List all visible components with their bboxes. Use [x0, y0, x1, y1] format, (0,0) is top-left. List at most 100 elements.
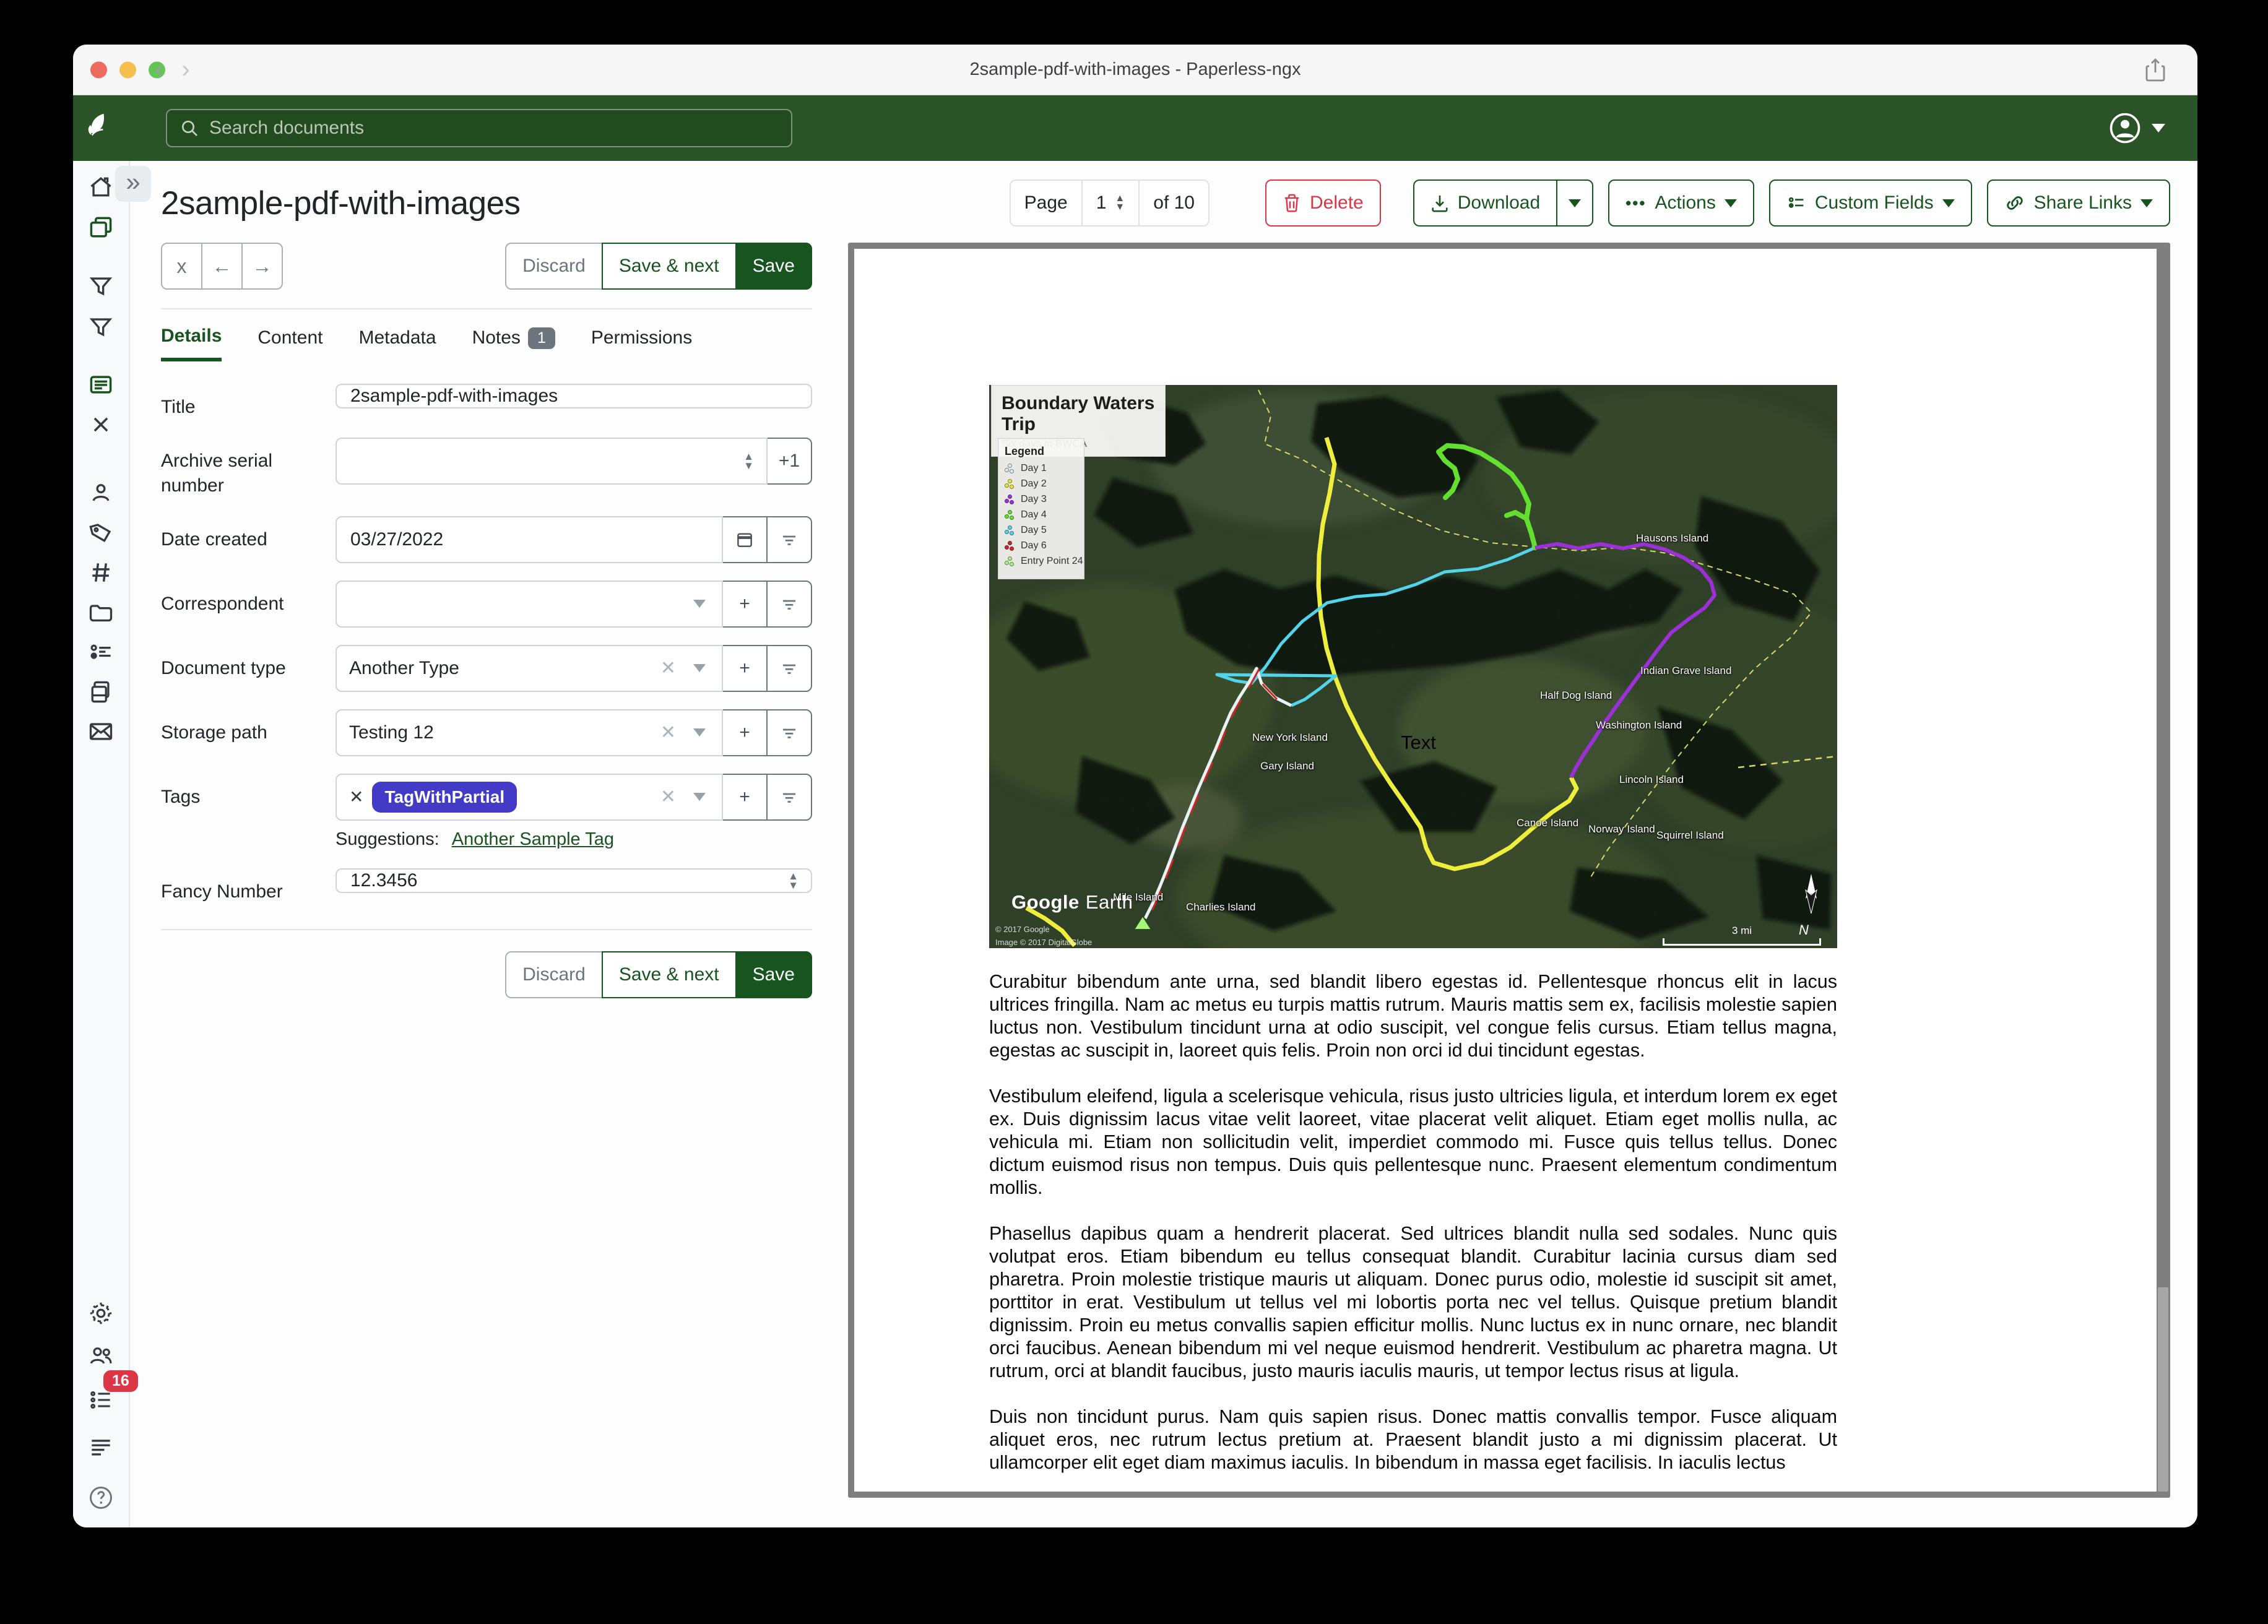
- tab-metadata[interactable]: Metadata: [358, 326, 436, 361]
- sidebar-item-document-types[interactable]: [87, 559, 115, 586]
- save-button[interactable]: Save: [735, 243, 812, 290]
- asn-stepper-icon[interactable]: ▲▼: [743, 452, 754, 470]
- download-icon: [1430, 193, 1449, 213]
- actions-button[interactable]: ••• Actions: [1608, 179, 1754, 227]
- storage-path-select[interactable]: Testing 12 ✕: [335, 709, 723, 756]
- sidebar-expand-button[interactable]: »: [115, 166, 151, 202]
- correspondent-suggestions-button[interactable]: [766, 581, 812, 628]
- previous-document-button[interactable]: ←: [201, 243, 243, 290]
- tab-notes[interactable]: Notes1: [472, 326, 555, 361]
- close-window-button[interactable]: [90, 61, 107, 78]
- sidebar-item-dashboard[interactable]: [87, 173, 115, 201]
- calendar-button[interactable]: [722, 516, 768, 563]
- tag-suggestion-link[interactable]: Another Sample Tag: [452, 829, 614, 849]
- suggestions-icon: [780, 723, 799, 742]
- correspondent-select[interactable]: [335, 581, 723, 628]
- sidebar-item-open-document[interactable]: [87, 371, 115, 399]
- add-document-type-button[interactable]: +: [722, 645, 768, 692]
- editor-tabs: Details Content Metadata Notes1 Permissi…: [161, 326, 812, 361]
- sidebar-item-custom-fields[interactable]: [87, 639, 115, 666]
- clear-icon[interactable]: ✕: [660, 786, 676, 808]
- delete-button[interactable]: Delete: [1265, 179, 1381, 227]
- clear-icon[interactable]: ✕: [660, 722, 676, 743]
- tags-select[interactable]: ✕ TagWithPartial ✕: [335, 774, 723, 821]
- app-window: ‹ › 2sample-pdf-with-images - Paperless-…: [73, 45, 2197, 1527]
- document-type-suggestions-button[interactable]: [766, 645, 812, 692]
- tags-suggestions-button[interactable]: [766, 774, 812, 821]
- map-title: Boundary Waters Trip: [1002, 393, 1155, 435]
- save-button-bottom[interactable]: Save: [735, 951, 812, 998]
- sidebar-item-users-groups[interactable]: [87, 1342, 115, 1369]
- page-stepper-icon[interactable]: ▲▼: [1115, 194, 1125, 212]
- download-caret-button[interactable]: [1556, 179, 1593, 227]
- sidebar-close-document-icon[interactable]: [87, 411, 115, 438]
- browser-forward-icon[interactable]: ›: [181, 56, 189, 84]
- document-preview-pane[interactable]: Boundary Waters Trip Six days in BWCA Le…: [848, 243, 2170, 1498]
- caret-down-icon: [693, 664, 706, 672]
- document-type-select[interactable]: Another Type ✕: [335, 645, 723, 692]
- add-correspondent-button[interactable]: +: [722, 581, 768, 628]
- date-created-input[interactable]: [335, 516, 723, 563]
- map-legend: Legend Day 1Day 2Day 3Day 4Day 5Day 6Ent…: [998, 438, 1084, 579]
- tag-chip[interactable]: TagWithPartial: [372, 782, 517, 813]
- close-editor-button[interactable]: x: [161, 243, 202, 290]
- share-links-button[interactable]: Share Links: [1987, 179, 2170, 227]
- title-input[interactable]: [335, 384, 812, 408]
- discard-button[interactable]: Discard: [505, 243, 603, 290]
- sidebar-item-storage-paths[interactable]: [87, 599, 115, 626]
- add-tag-button[interactable]: +: [722, 774, 768, 821]
- island-label: Hausons Island: [1636, 532, 1708, 545]
- clear-icon[interactable]: ✕: [660, 657, 676, 679]
- asn-plus-one-button[interactable]: +1: [766, 438, 812, 485]
- sidebar-item-saved-view-1[interactable]: [87, 272, 115, 300]
- custom-fields-button[interactable]: Custom Fields: [1769, 179, 1972, 227]
- page-label: Page: [1011, 181, 1081, 225]
- save-and-next-button-bottom[interactable]: Save & next: [602, 951, 737, 998]
- caret-down-icon: [1942, 199, 1955, 207]
- add-storage-path-button[interactable]: +: [722, 709, 768, 756]
- search-icon: [180, 118, 199, 138]
- search-input[interactable]: Search documents: [166, 109, 792, 147]
- sidebar-item-logs[interactable]: [87, 1433, 115, 1461]
- page-number-input[interactable]: 1 ▲▼: [1081, 181, 1139, 225]
- tab-permissions[interactable]: Permissions: [591, 326, 692, 361]
- storage-path-label: Storage path: [161, 709, 335, 756]
- sidebar-item-saved-view-2[interactable]: [87, 313, 115, 340]
- sidebar-item-tasks[interactable]: 16: [87, 1386, 115, 1414]
- next-document-button[interactable]: →: [241, 243, 283, 290]
- minimize-window-button[interactable]: [119, 61, 136, 78]
- discard-button-bottom[interactable]: Discard: [505, 951, 603, 998]
- sidebar-item-help[interactable]: [87, 1484, 115, 1511]
- asn-input[interactable]: ▲▼: [335, 438, 768, 485]
- preview-scrollbar-thumb[interactable]: [2158, 1287, 2168, 1492]
- legend-entry: Day 1: [1005, 463, 1078, 474]
- pdf-page: Boundary Waters Trip Six days in BWCA Le…: [854, 249, 2157, 1492]
- download-button[interactable]: Download: [1413, 179, 1557, 227]
- tab-details[interactable]: Details: [161, 326, 222, 361]
- browser-back-icon[interactable]: ‹: [155, 56, 163, 84]
- tags-label: Tags: [161, 774, 335, 821]
- suggestions-label: Suggestions:: [335, 829, 439, 849]
- share-icon[interactable]: [2144, 58, 2166, 82]
- storage-path-suggestions-button[interactable]: [766, 709, 812, 756]
- google-earth-logo: GoogleEarth: [1011, 891, 1133, 914]
- save-and-next-button[interactable]: Save & next: [602, 243, 737, 290]
- map-scale-bar: 3 mi: [1663, 925, 1821, 946]
- sidebar-item-mail[interactable]: [87, 718, 115, 745]
- macos-titlebar: ‹ › 2sample-pdf-with-images - Paperless-…: [73, 45, 2197, 95]
- remove-tag-icon[interactable]: ✕: [349, 787, 363, 807]
- sidebar-item-tags[interactable]: [87, 519, 115, 546]
- sidebar-item-correspondents[interactable]: [87, 479, 115, 506]
- sidebar-item-documents[interactable]: [87, 214, 115, 241]
- sidebar-item-pages[interactable]: [87, 678, 115, 706]
- fancy-number-input[interactable]: ▲▼: [335, 868, 812, 893]
- user-menu[interactable]: [2108, 111, 2165, 145]
- compass-icon: N: [1799, 874, 1809, 890]
- paperless-logo-icon[interactable]: [73, 111, 130, 145]
- fancy-number-stepper-icon[interactable]: ▲▼: [788, 871, 799, 890]
- tab-content[interactable]: Content: [258, 326, 322, 361]
- date-suggestions-button[interactable]: [766, 516, 812, 563]
- sidebar-item-settings[interactable]: [87, 1300, 115, 1327]
- app-navbar: Search documents: [73, 95, 2197, 161]
- title-input-value[interactable]: [349, 385, 799, 407]
